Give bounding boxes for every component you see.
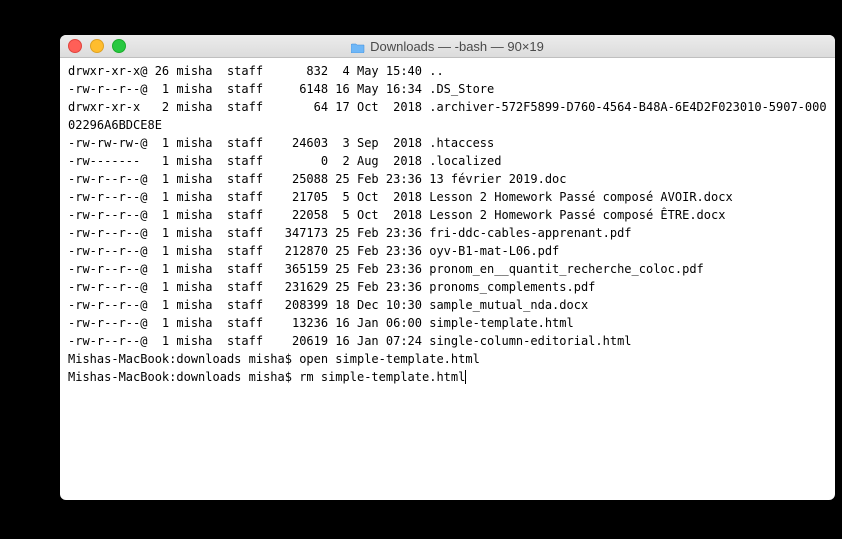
ls-row: -rw-r--r--@ 1 misha staff 20619 16 Jan 0…	[68, 332, 827, 350]
ls-row: drwxr-xr-x 2 misha staff 64 17 Oct 2018 …	[68, 98, 827, 134]
ls-row: -rw------- 1 misha staff 0 2 Aug 2018 .l…	[68, 152, 827, 170]
ls-row: -rw-r--r--@ 1 misha staff 21705 5 Oct 20…	[68, 188, 827, 206]
ls-row: -rw-r--r--@ 1 misha staff 212870 25 Feb …	[68, 242, 827, 260]
minimize-icon[interactable]	[90, 39, 104, 53]
ls-row: -rw-r--r--@ 1 misha staff 6148 16 May 16…	[68, 80, 827, 98]
prompt-line[interactable]: Mishas-MacBook:downloads misha$ open sim…	[68, 350, 827, 368]
ls-row: -rw-r--r--@ 1 misha staff 208399 18 Dec …	[68, 296, 827, 314]
window-title: Downloads — -bash — 90×19	[60, 39, 835, 54]
close-icon[interactable]	[68, 39, 82, 53]
ls-row: -rw-r--r--@ 1 misha staff 347173 25 Feb …	[68, 224, 827, 242]
ls-row: -rw-r--r--@ 1 misha staff 25088 25 Feb 2…	[68, 170, 827, 188]
prompt-line[interactable]: Mishas-MacBook:downloads misha$ rm simpl…	[68, 368, 827, 386]
text-cursor	[465, 370, 466, 384]
ls-row: -rw-r--r--@ 1 misha staff 231629 25 Feb …	[68, 278, 827, 296]
ls-row: -rw-r--r--@ 1 misha staff 22058 5 Oct 20…	[68, 206, 827, 224]
terminal-window: Downloads — -bash — 90×19 drwxr-xr-x@ 26…	[60, 35, 835, 500]
ls-row: -rw-r--r--@ 1 misha staff 365159 25 Feb …	[68, 260, 827, 278]
titlebar[interactable]: Downloads — -bash — 90×19	[60, 35, 835, 58]
ls-row: drwxr-xr-x@ 26 misha staff 832 4 May 15:…	[68, 62, 827, 80]
zoom-icon[interactable]	[112, 39, 126, 53]
folder-icon	[351, 41, 365, 52]
traffic-lights	[60, 39, 126, 53]
terminal-body[interactable]: drwxr-xr-x@ 26 misha staff 832 4 May 15:…	[60, 58, 835, 500]
window-title-text: Downloads — -bash — 90×19	[370, 39, 544, 54]
ls-row: -rw-rw-rw-@ 1 misha staff 24603 3 Sep 20…	[68, 134, 827, 152]
ls-row: -rw-r--r--@ 1 misha staff 13236 16 Jan 0…	[68, 314, 827, 332]
